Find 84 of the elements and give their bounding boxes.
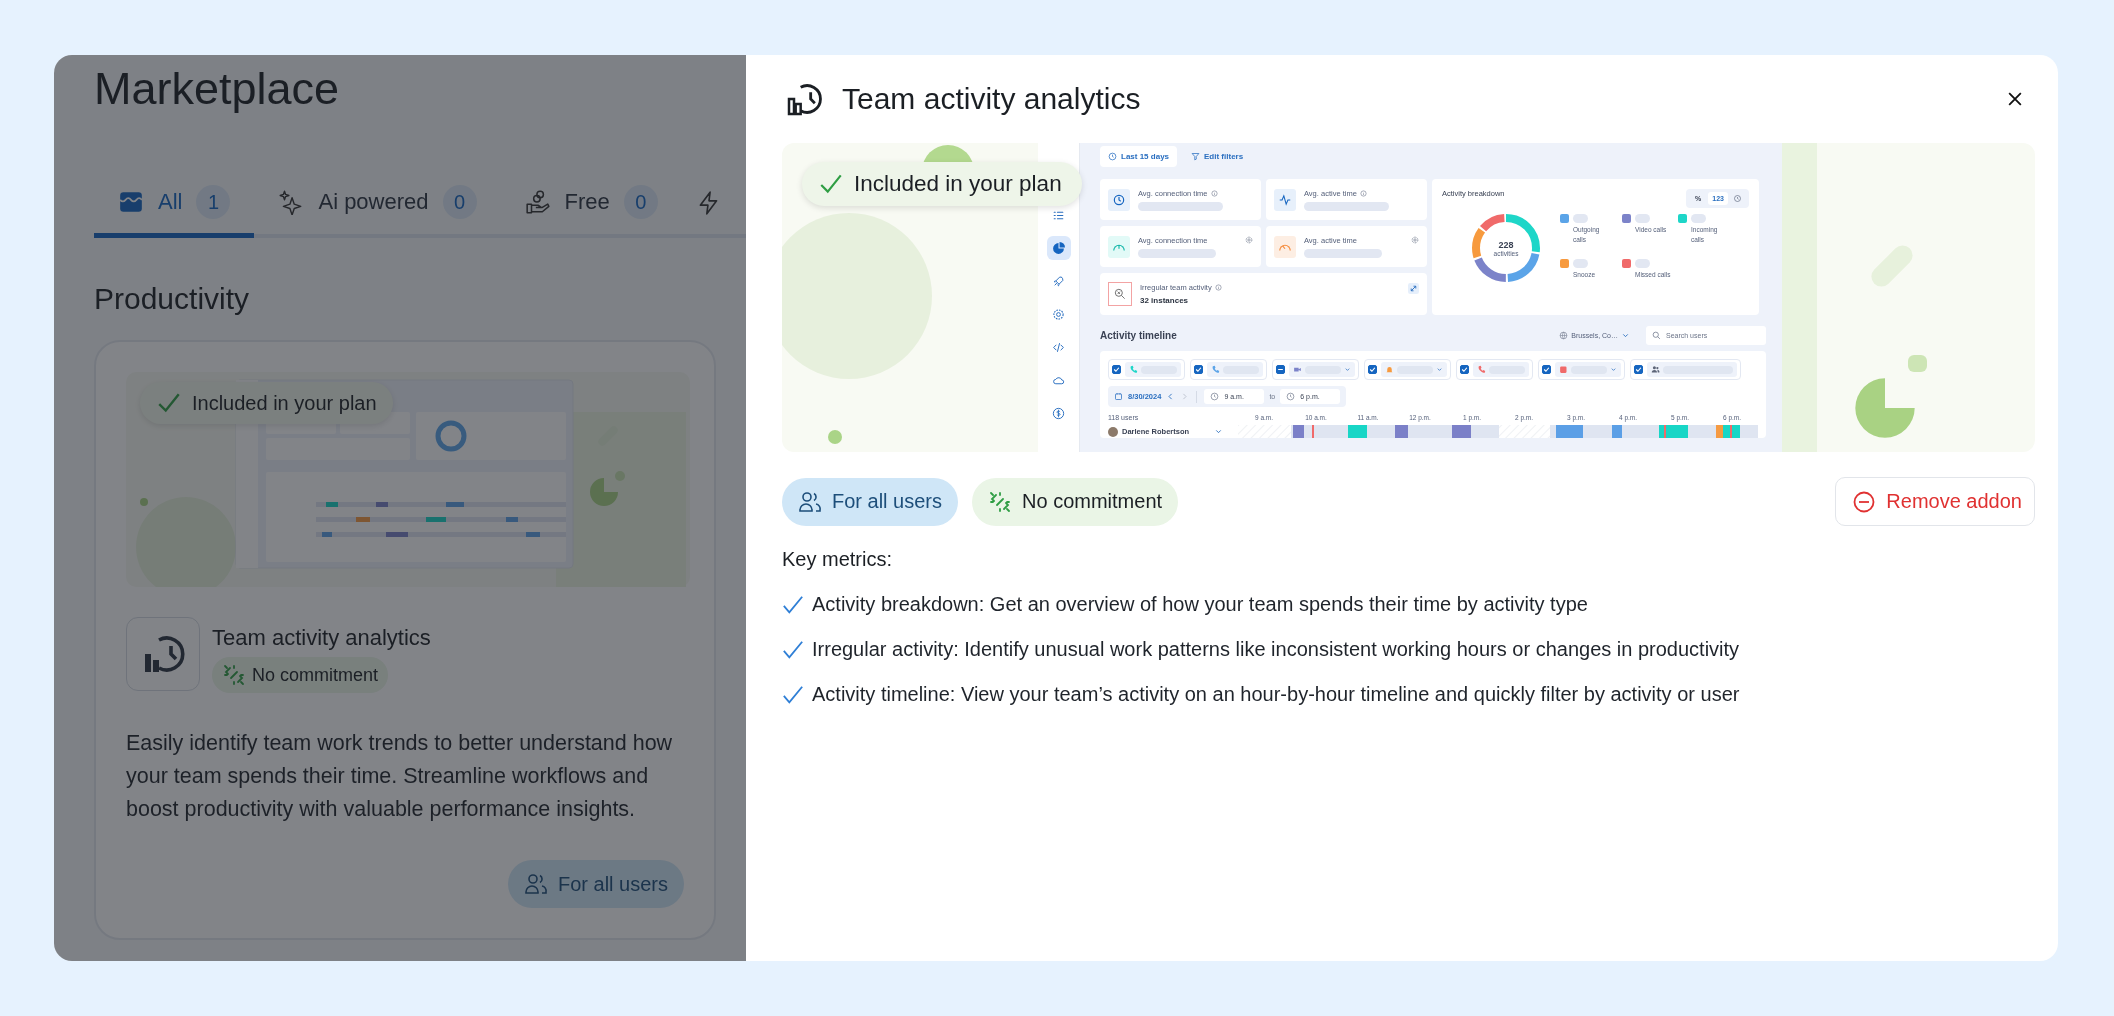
alert-search-icon — [1108, 282, 1132, 306]
clock-icon — [1108, 152, 1117, 161]
clock-icon — [1210, 392, 1220, 401]
badge-text: Included in your plan — [192, 391, 377, 415]
expand-icon — [1408, 283, 1419, 294]
checkmark-icon — [782, 593, 804, 616]
pie-icon — [1052, 241, 1065, 255]
gear-icon — [1411, 236, 1419, 244]
metric-text: Activity timeline: View your team’s activity on an hour-by-hour timeline and quickly filter by activity or user — [812, 683, 1740, 706]
section-heading: Productivity — [94, 282, 251, 316]
info-icon — [1210, 189, 1218, 197]
activity-filter-chip[interactable] — [1272, 359, 1359, 380]
metrics-heading: Key metrics: — [782, 548, 894, 571]
page-title: Marketplace — [94, 63, 341, 115]
minus-circle-icon — [1852, 489, 1877, 514]
commitment-tag: No commitment — [212, 657, 389, 693]
placeholder-bar — [1635, 259, 1650, 268]
globe-icon — [1559, 330, 1569, 340]
checkbox[interactable] — [1460, 365, 1469, 374]
date-range-button[interactable]: Last 15 days — [1100, 146, 1178, 167]
total-value: 228 — [1498, 239, 1514, 250]
activity-filter-chip[interactable] — [1364, 359, 1451, 380]
activity-filter-chip[interactable] — [1108, 359, 1185, 380]
caret-icon — [1436, 366, 1443, 373]
badge-text: Included in your plan — [854, 171, 1062, 197]
addon-title: Team activity analytics — [212, 625, 431, 651]
store-icon — [118, 189, 144, 215]
panel-title: Team activity analytics — [842, 82, 1142, 116]
activity-filter-chip[interactable] — [1190, 359, 1267, 380]
caret-icon — [1344, 366, 1351, 373]
category-tab[interactable]: Free 0 — [500, 185, 682, 238]
checkbox[interactable] — [1112, 365, 1121, 374]
stat-value: 32 instances — [1140, 296, 1190, 305]
checkbox[interactable] — [1194, 365, 1203, 374]
clock-icon — [1286, 392, 1296, 401]
users-icon — [523, 872, 548, 896]
rocket-icon — [1052, 274, 1065, 288]
nav-item[interactable] — [1046, 236, 1071, 260]
checkmark-icon — [782, 683, 804, 706]
dot-decoration — [828, 430, 842, 444]
hand-coins-icon — [524, 189, 551, 215]
info-icon — [1359, 189, 1367, 197]
checkbox[interactable] — [1368, 365, 1377, 374]
remove-addon-button[interactable]: Remove addon — [1835, 477, 2035, 526]
addon-card[interactable] — [94, 340, 716, 940]
broken-link-icon — [222, 663, 246, 687]
checkbox[interactable] — [1276, 365, 1285, 374]
activity-filter-chip[interactable] — [1538, 359, 1625, 380]
section-title: Activity timeline — [1100, 329, 1177, 341]
square-decoration — [1908, 355, 1927, 372]
audience-tag: For all users — [782, 477, 959, 526]
metric-text: Activity breakdown: Get an overview of how your team spends their time by activity type — [812, 593, 1588, 616]
activity-filter-chip[interactable] — [1630, 359, 1741, 380]
pulse-icon — [1278, 192, 1292, 207]
funnel-icon — [1191, 152, 1201, 161]
checkbox[interactable] — [1542, 365, 1551, 374]
metric-text: Irregular activity: Identify unusual work patterns like inconsistent working hours or changes in productivity — [812, 638, 1740, 661]
placeholder-bar — [1573, 214, 1588, 223]
addon-description: Easily identify team work trends to better understand how your team spends their time. Streamline workflows and boost productivity with valuable performance insights. — [126, 730, 674, 823]
audience-tag: For all users — [507, 860, 684, 908]
calendar-icon — [1114, 392, 1123, 401]
category-tab[interactable]: Ai powered 0 — [254, 185, 501, 238]
dollar-icon — [1052, 406, 1065, 420]
placeholder-bar — [1635, 214, 1650, 223]
gear-icon — [1245, 236, 1253, 244]
caret-icon[interactable] — [1214, 427, 1223, 436]
broken-link-icon — [988, 489, 1013, 514]
activity-filter-chip[interactable] — [1456, 359, 1533, 380]
edit-filters-button[interactable]: Edit filters — [1183, 146, 1252, 167]
search-icon — [1652, 330, 1661, 340]
code-icon — [1052, 340, 1065, 354]
checkmark-icon — [782, 638, 804, 661]
placeholder-bar — [1691, 214, 1706, 223]
checkbox[interactable] — [1634, 365, 1643, 374]
modal-backdrop[interactable] — [54, 55, 746, 961]
placeholder-bar — [1573, 259, 1588, 268]
pie-decoration — [1852, 375, 1918, 441]
clock-icon — [1112, 192, 1126, 207]
info-icon — [1214, 284, 1222, 291]
avatar — [1108, 426, 1118, 437]
commitment-tag: No commitment — [972, 477, 1179, 526]
gear-icon — [1052, 307, 1065, 321]
caret-icon — [1610, 366, 1617, 373]
users-icon — [798, 489, 822, 514]
